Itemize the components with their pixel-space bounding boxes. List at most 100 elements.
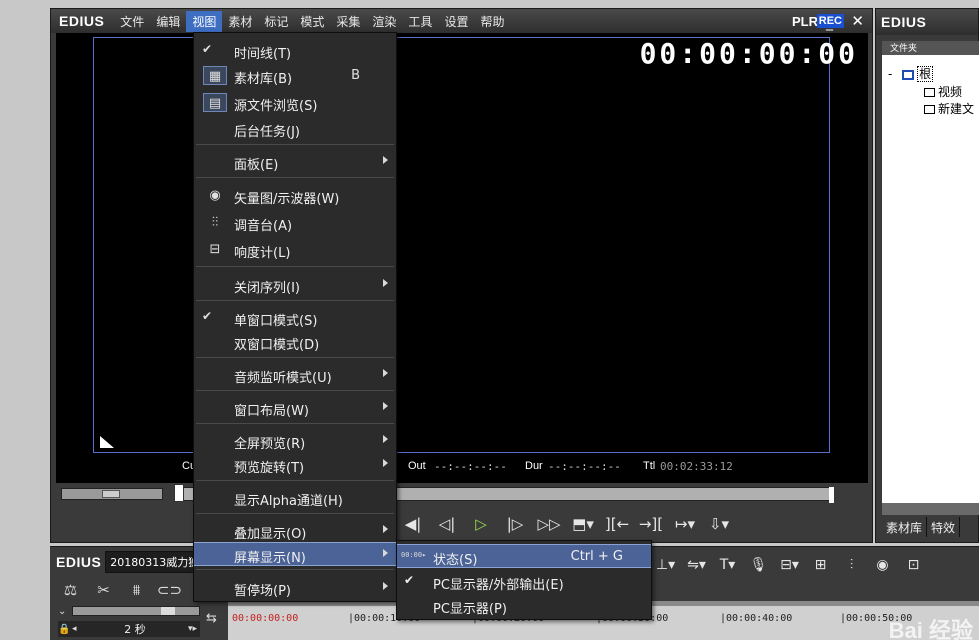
out-marker[interactable]: [829, 487, 834, 503]
tab-bin[interactable]: 素材库: [882, 517, 928, 537]
menu-item-window-layout[interactable]: 窗口布局(W): [194, 396, 396, 420]
playhead-handle[interactable]: [174, 484, 184, 502]
menu-item-mixer[interactable]: ⫶⫶ 调音台(A): [194, 211, 396, 235]
menu-item-screen-display[interactable]: 屏幕显示(N): [194, 542, 396, 566]
menu-item-timeline[interactable]: ✔ 时间线(T): [194, 39, 396, 63]
menu-item-background-jobs[interactable]: 后台任务(J): [194, 117, 396, 141]
dur-label: Dur: [525, 460, 543, 472]
menu-item-overlay[interactable]: 叠加显示(O): [194, 519, 396, 543]
microphone-icon[interactable]: 🎙: [743, 557, 774, 573]
menu-item-source-browser[interactable]: ▤ 源文件浏览(S): [194, 91, 396, 115]
step-back-icon[interactable]: ◁|: [430, 515, 464, 533]
zoom-level[interactable]: 2 秒: [82, 621, 188, 637]
folder-tree[interactable]: - 根 视频 新建文: [882, 55, 979, 503]
submenu-item-pc-external[interactable]: ✔ PC显示器/外部输出(E): [397, 570, 651, 594]
loop-icon[interactable]: ⬒▾: [566, 515, 600, 533]
dur-value: --:--:--:--: [548, 460, 621, 473]
layout-icon[interactable]: ⊟▾: [774, 557, 805, 573]
fast-forward-icon[interactable]: ▷▷: [532, 515, 566, 533]
menu-settings[interactable]: 设置: [438, 11, 474, 32]
status-icon: 00:00▸: [401, 551, 427, 559]
folder-header: 文件夹: [882, 41, 979, 55]
plr-label[interactable]: PLR: [792, 14, 818, 29]
step-forward-icon[interactable]: |▷: [498, 515, 532, 533]
zoom-prev-icon[interactable]: ◂: [72, 624, 82, 634]
grid-icon[interactable]: ⊞: [805, 557, 836, 573]
menu-clip[interactable]: 素材: [222, 11, 258, 32]
link-icon[interactable]: ⊂⊃: [153, 581, 186, 599]
menu-item-vectorscope[interactable]: ◉ 矢量图/示波器(W): [194, 184, 396, 208]
tree-new-label: 新建文: [938, 102, 975, 116]
menu-mode[interactable]: 模式: [294, 11, 330, 32]
shuttle-knob[interactable]: [102, 490, 120, 498]
tree-item-root[interactable]: - 根: [888, 65, 934, 82]
menu-capture[interactable]: 采集: [330, 11, 366, 32]
check-icon: ✔: [202, 309, 213, 323]
tree-expander-icon[interactable]: -: [888, 67, 892, 81]
menu-item-single-window[interactable]: ✔ 单窗口模式(S): [194, 306, 396, 330]
collapse-icon[interactable]: ⌄: [58, 606, 72, 617]
bin-tabs: 素材库 特效: [882, 517, 979, 537]
menu-item-bin[interactable]: ▦ 素材库(B) B: [194, 64, 396, 88]
menu-item-panel[interactable]: 面板(E): [194, 150, 396, 174]
set-in-icon[interactable]: ][←: [600, 515, 634, 533]
tree-root-label: 根: [917, 66, 934, 82]
menu-render[interactable]: 渲染: [366, 11, 402, 32]
preview-viewer[interactable]: 00:00:00:00: [56, 33, 868, 483]
ruler-tick: 00:00:00:00: [232, 613, 299, 624]
export-icon[interactable]: ⇩▾: [702, 515, 736, 533]
zoom-down-icon[interactable]: ▾▸: [188, 624, 200, 634]
sync-icon[interactable]: ⇆: [206, 611, 217, 626]
tab-effects[interactable]: 特效: [927, 517, 961, 537]
play-reverse-icon[interactable]: ◀|: [396, 515, 430, 533]
submenu-item-pc-monitor[interactable]: PC显示器(P): [397, 594, 651, 618]
menu-item-loudness-meter[interactable]: ⊟ 响度计(L): [194, 238, 396, 262]
preview-timecode: 00:00:00:00: [639, 37, 858, 70]
menu-edit[interactable]: 编辑: [150, 11, 186, 32]
insert-icon[interactable]: →][: [634, 515, 668, 533]
tree-item-video[interactable]: 视频: [924, 83, 962, 100]
menu-marker[interactable]: 标记: [258, 11, 294, 32]
menu-item-pause-field[interactable]: 暂停场(P): [194, 576, 396, 600]
close-icon[interactable]: ✕: [851, 12, 864, 30]
menu-item-dual-window[interactable]: 双窗口模式(D): [194, 330, 396, 354]
menu-separator: [196, 423, 394, 424]
menu-separator: [196, 177, 394, 178]
sequence-icon[interactable]: ⚖: [54, 581, 87, 599]
submenu-arrow-icon: [383, 279, 388, 287]
ripple-icon[interactable]: ⩩: [120, 581, 153, 599]
minimize-icon[interactable]: _: [826, 15, 838, 31]
project-name[interactable]: 20180313威力狮: [105, 551, 196, 573]
menu-item-audio-monitor[interactable]: 音频监听模式(U): [194, 363, 396, 387]
menu-tools[interactable]: 工具: [402, 11, 438, 32]
track-zoom-slider[interactable]: [72, 606, 200, 616]
mixer-icon: ⫶⫶: [211, 215, 219, 230]
menu-item-fullscreen-preview[interactable]: 全屏预览(R): [194, 429, 396, 453]
submenu-arrow-icon: [383, 402, 388, 410]
menu-help[interactable]: 帮助: [474, 11, 510, 32]
menu-separator: [196, 480, 394, 481]
shuttle-slider[interactable]: [61, 488, 163, 500]
menu-file[interactable]: 文件: [114, 11, 150, 32]
clip-marker-icon[interactable]: ⇋▾: [681, 557, 712, 573]
menu-item-preview-rotate[interactable]: 预览旋转(T): [194, 453, 396, 477]
menu-view[interactable]: 视图: [186, 10, 223, 32]
menu-item-close-sequence[interactable]: 关闭序列(I): [194, 273, 396, 297]
overwrite-icon[interactable]: ↦▾: [668, 515, 702, 533]
tree-item-new[interactable]: 新建文: [924, 100, 974, 117]
timeline-toolbar-right: ⊥▾ ⇋▾ T▾ 🎙 ⊟▾ ⊞ ⫶ ◉ ⊡: [650, 553, 929, 577]
marker-icon[interactable]: ⊥▾: [650, 557, 681, 573]
settings-icon[interactable]: ⊡: [898, 557, 929, 573]
bin-scrollbar[interactable]: [882, 503, 979, 515]
razor-icon[interactable]: ✂: [87, 581, 120, 599]
vectorscope-icon[interactable]: ◉: [867, 557, 898, 573]
vectorscope-icon: ◉: [209, 188, 221, 203]
submenu-item-status[interactable]: 00:00▸ 状态(S) Ctrl + G: [397, 544, 651, 568]
title-icon[interactable]: T▾: [712, 557, 743, 573]
menu-item-alpha-channel[interactable]: 显示Alpha通道(H): [194, 486, 396, 510]
timecode-bar: Cu Out --:--:--:-- Dur --:--:--:-- Ttl 0…: [56, 458, 868, 476]
play-icon[interactable]: ▷: [464, 515, 498, 533]
scrub-row: [56, 484, 868, 505]
mixer-icon[interactable]: ⫶: [836, 557, 867, 573]
lock-icon[interactable]: 🔒: [58, 624, 72, 635]
